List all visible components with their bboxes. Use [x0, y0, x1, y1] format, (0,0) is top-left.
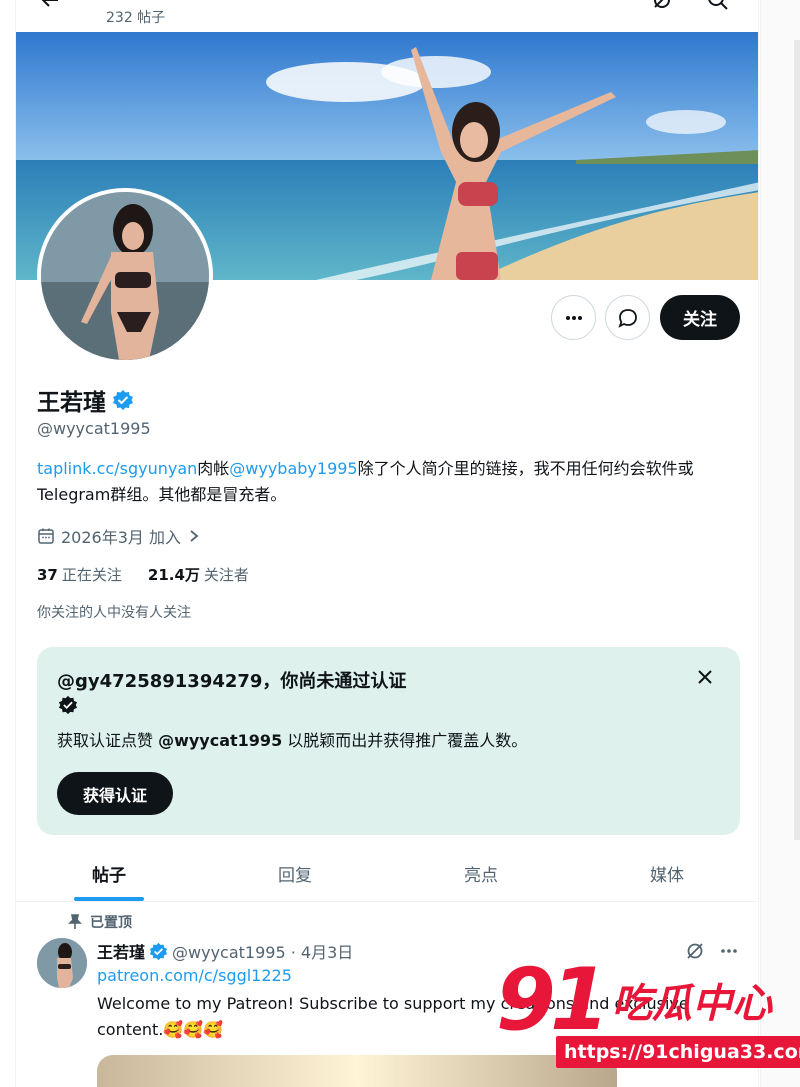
pinned-label: 已置顶 — [90, 915, 132, 931]
verified-badge-icon — [113, 390, 133, 410]
verified-badge-icon — [58, 695, 78, 715]
verification-title: @gy4725891394279，你尚未通过认证 — [57, 671, 407, 692]
profile-tabs: 帖子 回复 亮点 媒体 — [16, 845, 758, 902]
watermark-url: https://91chigua33.com — [556, 1036, 800, 1068]
search-icon[interactable] — [706, 0, 730, 12]
followers-count: 21.4万 — [147, 566, 200, 584]
right-gutter — [760, 0, 800, 1087]
close-icon[interactable] — [695, 667, 715, 687]
followers-link[interactable]: 21.4万 关注者 — [148, 564, 249, 585]
tab-label: 回复 — [278, 865, 312, 886]
profile-avatar[interactable] — [37, 188, 213, 364]
display-name-row: 王若瑾 — [37, 383, 134, 417]
more-dots-icon — [565, 315, 582, 320]
tab-label: 亮点 — [464, 865, 498, 886]
follow-button[interactable]: 关注 — [660, 295, 740, 340]
chat-bubble-icon — [617, 308, 637, 328]
following-label: 正在关注 — [61, 566, 122, 584]
post-author-name[interactable]: 王若瑾 — [97, 939, 145, 963]
verification-text: 获取认证点赞 @wyycat1995 以脱颖而出并获得推广覆盖人数。 — [57, 727, 527, 751]
verified-badge-icon — [149, 942, 168, 960]
post-count: 232 帖子 — [106, 10, 166, 26]
join-date-row[interactable]: 2026年3月 加入 — [37, 524, 201, 548]
tab-posts[interactable]: 帖子 — [16, 845, 202, 901]
following-link[interactable]: 37 正在关注 — [37, 564, 122, 585]
profile-column: 232 帖子 关注 王若瑾 @wyycat1995 taplink.cc/sgy… — [15, 0, 759, 1087]
post-meta: @wyycat1995 · 4月3日 — [172, 943, 354, 962]
post-header: 王若瑾 @wyycat1995 · 4月3日 — [97, 939, 353, 963]
watermark: 91 吃瓜中心 https://91chigua33.com — [496, 950, 800, 1072]
tab-media[interactable]: 媒体 — [574, 845, 758, 901]
tab-highlights[interactable]: 亮点 — [388, 845, 574, 901]
profile-handle: @wyycat1995 — [37, 419, 151, 438]
calendar-icon — [38, 528, 54, 544]
mutual-followers-note: 你关注的人中没有人关注 — [37, 605, 191, 621]
post-avatar[interactable] — [37, 938, 87, 988]
pin-icon — [68, 914, 82, 929]
verification-text-suffix: 以脱颖而出并获得推广覆盖人数。 — [282, 731, 528, 750]
grok-icon[interactable] — [650, 0, 674, 12]
tab-label: 媒体 — [650, 865, 684, 886]
verification-text-prefix: 获取认证点赞 — [57, 731, 159, 750]
following-count: 37 — [37, 566, 58, 584]
tab-label: 帖子 — [92, 865, 126, 886]
back-arrow-icon[interactable] — [38, 0, 62, 12]
display-name: 王若瑾 — [37, 390, 106, 416]
top-bar: 232 帖子 — [16, 0, 758, 32]
join-date: 2026年3月 加入 — [61, 528, 181, 547]
message-button[interactable] — [605, 295, 650, 340]
watermark-number: 91 — [496, 950, 610, 1050]
follow-stats: 37 正在关注 21.4万 关注者 — [37, 564, 249, 585]
more-options-button[interactable] — [551, 295, 596, 340]
bio-text: 肉帐 — [197, 459, 230, 478]
bio-link-taplink[interactable]: taplink.cc/sgyunyan — [37, 459, 197, 478]
verification-card: @gy4725891394279，你尚未通过认证 获取认证点赞 @wyycat1… — [37, 647, 740, 835]
chevron-right-icon — [190, 530, 199, 542]
verification-text-handle: @wyycat1995 — [158, 731, 283, 750]
profile-bio: taplink.cc/sgyunyan肉帐@wyybaby1995除了个人简介里… — [37, 456, 737, 508]
pinned-indicator: 已置顶 — [68, 912, 132, 932]
bio-link-mention[interactable]: @wyybaby1995 — [229, 459, 357, 478]
followers-label: 关注者 — [203, 566, 249, 584]
get-verified-button[interactable]: 获得认证 — [57, 772, 173, 815]
tab-replies[interactable]: 回复 — [202, 845, 388, 901]
post-link[interactable]: patreon.com/c/sggl1225 — [97, 966, 292, 985]
scrollbar-track[interactable] — [794, 40, 800, 840]
watermark-text: 吃瓜中心 — [612, 981, 772, 1027]
active-tab-indicator — [74, 897, 144, 901]
